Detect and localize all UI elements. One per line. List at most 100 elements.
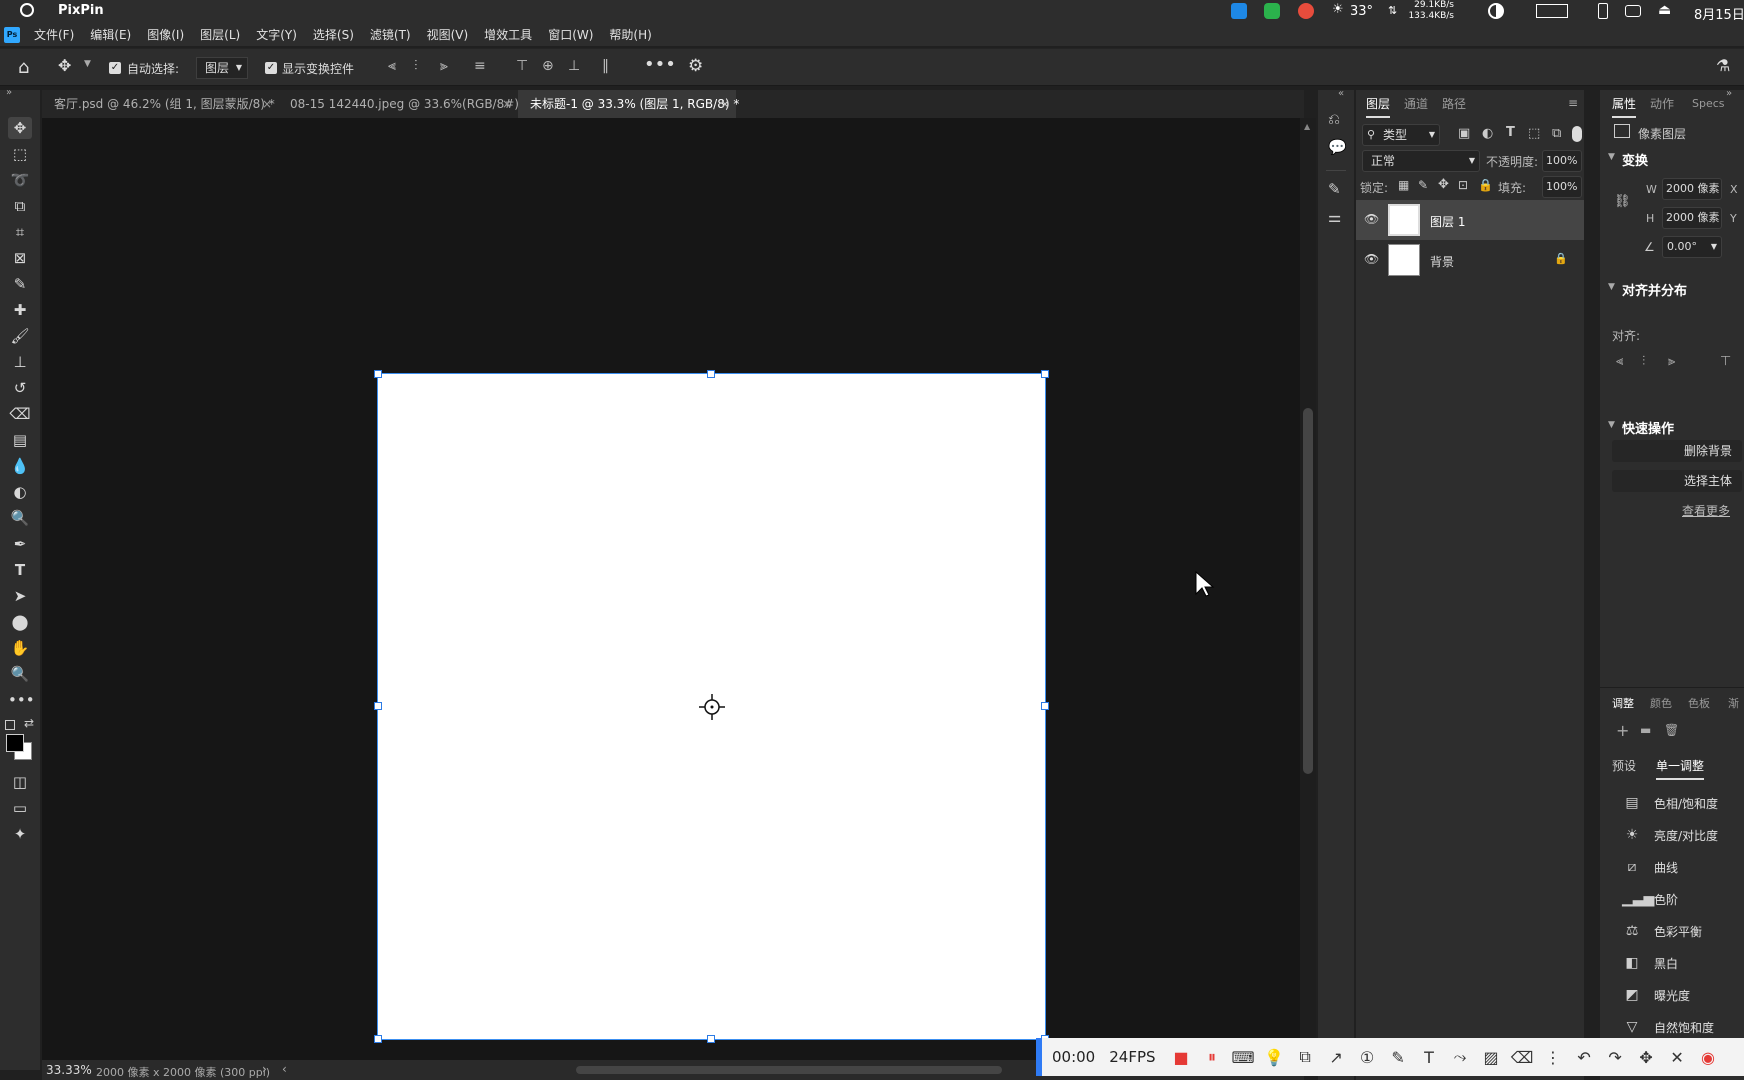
menu-type[interactable]: 文字(Y) — [248, 24, 305, 46]
auto-select-checkbox[interactable]: ✓ — [109, 62, 121, 74]
close-icon[interactable]: × — [502, 90, 512, 118]
wechat-icon[interactable] — [1264, 3, 1280, 19]
gradient-tool-icon[interactable]: ▤ — [8, 429, 32, 451]
hand-tool-icon[interactable]: ✋ — [8, 637, 32, 659]
width-input[interactable]: 2000 像素 — [1662, 178, 1722, 200]
recording-fps[interactable]: 24FPS — [1109, 1048, 1155, 1066]
marquee-tool-icon[interactable]: ⬚ — [8, 143, 32, 165]
pencil-icon[interactable]: ✎ — [1383, 1048, 1414, 1067]
pause-icon[interactable]: ⏸ — [1197, 1047, 1228, 1067]
align-right-icon[interactable]: ⫸ — [1668, 354, 1675, 369]
dodge-tool-icon[interactable]: ◐ — [8, 481, 32, 503]
lock-image-icon[interactable]: ✎ — [1418, 178, 1428, 192]
menu-edit[interactable]: 编辑(E) — [82, 24, 139, 46]
adjust-brightness-contrast[interactable]: ☀ 亮度/对比度 — [1622, 822, 1718, 848]
display-icon[interactable] — [1536, 4, 1568, 18]
menu-view[interactable]: 视图(V) — [419, 24, 477, 46]
align-hcenter-icon[interactable]: ⫶ — [414, 58, 418, 74]
filter-smart-object-icon[interactable]: ⧉ — [1552, 126, 1561, 141]
menu-window[interactable]: 窗口(W) — [540, 24, 601, 46]
foreground-color-swatch[interactable] — [6, 734, 24, 752]
text-icon[interactable]: T — [1414, 1048, 1445, 1067]
history-brush-tool-icon[interactable]: ↺ — [8, 377, 32, 399]
tab-paths[interactable]: 路径 — [1442, 90, 1466, 118]
adjust-levels[interactable]: ▁▃▅ 色阶 — [1622, 886, 1678, 912]
move-tool-icon[interactable]: ✥ — [8, 117, 32, 139]
keyboard-icon[interactable]: ⌨ — [1228, 1048, 1259, 1067]
adjust-exposure[interactable]: ◩ 曝光度 — [1622, 982, 1690, 1008]
align-hcenter-icon[interactable]: ⫶ — [1642, 354, 1645, 369]
layer-row-layer1[interactable]: 👁 图层 1 — [1356, 200, 1584, 240]
see-more-link[interactable]: 查看更多 — [1682, 502, 1730, 519]
vertical-scrollbar[interactable]: ▲ — [1300, 118, 1316, 1046]
menu-plugins[interactable]: 增效工具 — [476, 24, 540, 46]
bolt-app-icon[interactable] — [1231, 3, 1247, 19]
tab-jpeg-file[interactable]: 08-15 142440.jpeg @ 33.6%(RGB/8#) * × — [278, 90, 529, 118]
transform-handle-top-left[interactable] — [374, 370, 382, 378]
undo-icon[interactable]: ↶ — [1569, 1048, 1600, 1067]
menu-image[interactable]: 图像(I) — [139, 24, 192, 46]
default-colors-icon[interactable] — [5, 720, 15, 730]
frame-tool-icon[interactable]: ⊠ — [8, 247, 32, 269]
align-vcenter-icon[interactable]: ⊕ — [542, 58, 554, 74]
polyline-icon[interactable]: ⤳ — [1445, 1047, 1476, 1067]
healing-brush-tool-icon[interactable]: ✚ — [8, 299, 32, 321]
adjust-color-balance[interactable]: ⚖ 色彩平衡 — [1622, 918, 1702, 944]
mosaic-icon[interactable]: ▨ — [1476, 1048, 1507, 1067]
adjust-hue-saturation[interactable]: ▤ 色相/饱和度 — [1622, 790, 1718, 816]
canvas-area[interactable] — [42, 118, 1304, 1064]
shape-icon[interactable]: ⧉ — [1290, 1047, 1321, 1067]
select-subject-button[interactable]: 选择主体 — [1612, 470, 1742, 492]
ellipse-tool-icon[interactable]: ⬤ — [8, 611, 32, 633]
collapse-arrows-icon[interactable]: » — [1726, 88, 1732, 99]
tab-adjustments[interactable]: 调整 — [1612, 690, 1634, 718]
zoom-level[interactable]: 33.33% — [46, 1063, 92, 1077]
eyedropper-tool-icon[interactable]: ✎ — [8, 273, 32, 295]
stop-record-icon[interactable]: ■ — [1166, 1048, 1197, 1067]
align-right-icon[interactable]: ⫸ — [440, 58, 448, 74]
record-icon[interactable]: ◉ — [1693, 1048, 1724, 1067]
filter-toggle-switch[interactable] — [1572, 126, 1582, 142]
tab-swatches[interactable]: 色板 — [1688, 690, 1710, 718]
quick-actions-title[interactable]: 快速操作 — [1622, 418, 1674, 437]
more-options-icon[interactable]: ••• — [644, 54, 676, 75]
chevron-down-icon[interactable]: ▼ — [1608, 282, 1615, 292]
filter-adjustment-icon[interactable]: ◐ — [1482, 126, 1493, 141]
vertical-scroll-thumb[interactable] — [1303, 408, 1313, 774]
tab-color[interactable]: 颜色 — [1650, 690, 1672, 718]
chevron-down-icon[interactable]: ▼ — [1608, 152, 1615, 162]
stamp-tool-icon[interactable]: ⊥ — [8, 351, 32, 373]
zoom-lens-tool-icon[interactable]: 🔍 — [8, 507, 32, 529]
auto-select-dropdown[interactable]: 图层 ▼ — [196, 57, 248, 79]
generative-icon[interactable]: ✦ — [8, 823, 32, 845]
tab-properties[interactable]: 属性 — [1612, 90, 1637, 118]
chevron-down-icon[interactable]: ▼ — [1608, 420, 1615, 430]
menu-file[interactable]: 文件(F) — [26, 24, 82, 46]
more-tools-icon[interactable]: ••• — [8, 689, 35, 711]
align-section-title[interactable]: 对齐并分布 — [1622, 280, 1687, 299]
trash-icon[interactable]: 🗑 — [1664, 723, 1679, 737]
link-icon[interactable]: ⛓ — [1614, 194, 1631, 209]
transform-section-title[interactable]: 变换 — [1622, 150, 1648, 169]
transform-handle-top[interactable] — [707, 370, 715, 378]
filter-type-icon[interactable]: T — [1506, 125, 1515, 140]
transform-handle-right[interactable] — [1041, 702, 1049, 710]
tab-living-room-psd[interactable]: 客厅.psd @ 46.2% (组 1, 图层蒙版/8) * × — [42, 90, 278, 118]
redo-icon[interactable]: ↷ — [1600, 1048, 1631, 1067]
horizontal-scroll-thumb[interactable] — [576, 1066, 1002, 1074]
folder-icon[interactable]: ▬ — [1640, 723, 1651, 737]
tray-app-icon[interactable] — [1298, 3, 1314, 19]
crop-tool-icon[interactable]: ⌗ — [8, 221, 32, 243]
object-select-tool-icon[interactable]: ⧉ — [8, 195, 32, 217]
menu-layer[interactable]: 图层(L) — [192, 24, 248, 46]
tab-gradients[interactable]: 渐 — [1728, 690, 1739, 718]
move-icon[interactable]: ✥ — [1631, 1048, 1662, 1067]
comments-icon[interactable]: 💬 — [1328, 138, 1347, 156]
theme-toggle-icon[interactable] — [1488, 3, 1504, 19]
tab-single-adjustment[interactable]: 单一调整 — [1656, 757, 1705, 780]
align-left-icon[interactable]: ⫷ — [1616, 354, 1623, 369]
phone-icon[interactable] — [1598, 3, 1608, 19]
chevron-down-icon[interactable]: ▼ — [84, 59, 91, 69]
pen-tool-icon[interactable]: ✒ — [8, 533, 32, 555]
chevron-right-icon[interactable]: › — [262, 1062, 267, 1076]
